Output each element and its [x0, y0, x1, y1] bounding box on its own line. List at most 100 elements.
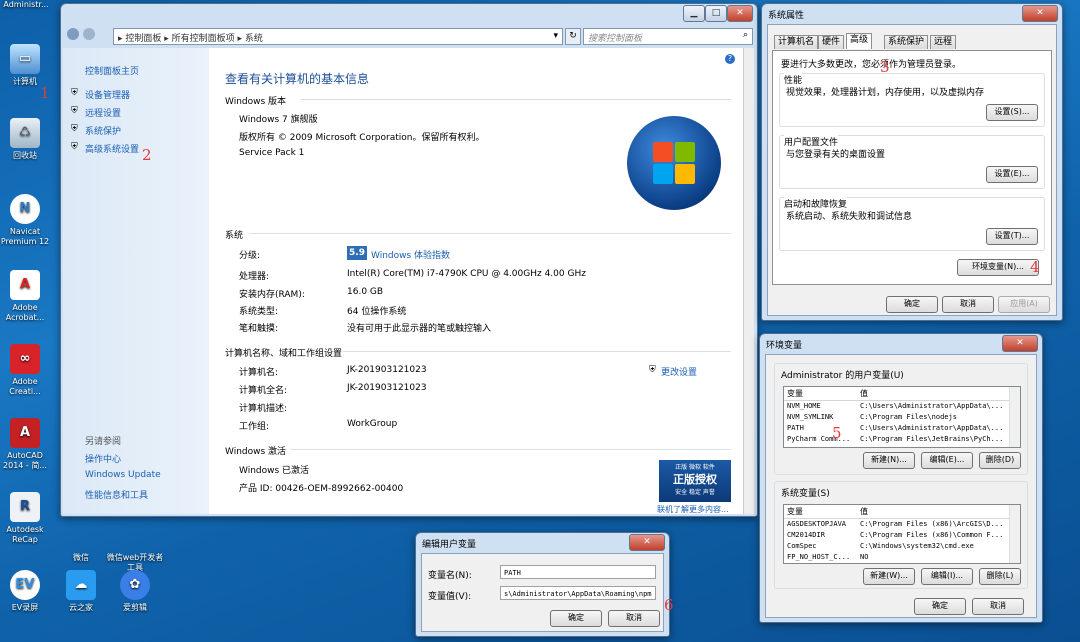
performance-settings-button[interactable]: 设置(S)...	[986, 104, 1038, 121]
variable-name-label: 变量名(N):	[428, 571, 472, 581]
spec-value: 64 位操作系统	[347, 307, 407, 317]
scrollbar[interactable]	[743, 48, 754, 514]
shield-icon: ⛨	[649, 365, 656, 375]
list-item[interactable]: NVM_SYMLINK C:\Program Files\nodejs	[784, 412, 1020, 423]
system-delete-button[interactable]: 删除(L)	[979, 568, 1021, 585]
ok-button[interactable]: 确定	[550, 610, 602, 627]
main-pane: 查看有关计算机的基本信息 ? Windows 版本 Windows 7 旗舰版 …	[209, 48, 743, 514]
environment-variables-button[interactable]: 环境变量(N)...	[957, 259, 1039, 276]
control-panel-window: ▁ □ ✕ ▸ 控制面板 ▸ 所有控制面板项 ▸ 系统 ▾ ↻ 搜索控制面板 ⌕…	[60, 3, 758, 517]
system-edit-button[interactable]: 编辑(I)...	[921, 568, 973, 585]
cancel-button[interactable]: 取消	[972, 598, 1024, 615]
change-settings-link[interactable]: 更改设置	[661, 365, 697, 378]
chevron-down-icon[interactable]: ▾	[553, 31, 558, 41]
desktop-icon-ev-recorder[interactable]: EV EV录屏	[0, 570, 50, 613]
spec-value: 16.0 GB	[347, 287, 384, 297]
system-protection-link[interactable]: 系统保护	[85, 124, 121, 137]
refresh-icon[interactable]: ↻	[565, 28, 581, 45]
experience-index-badge[interactable]: 5.9	[347, 246, 367, 260]
variable-value-field[interactable]: s\Administrator\AppData\Roaming\npm	[500, 586, 656, 600]
computer-label: 计算机全名:	[239, 386, 288, 396]
desktop-icon-wechat-devtools[interactable]: 微信web开发者工具	[106, 520, 164, 573]
breadcrumb-item[interactable]: 控制面板	[125, 34, 161, 44]
desktop-icon-recap[interactable]: R Autodesk ReCap	[0, 492, 50, 545]
close-button[interactable]: ✕	[629, 534, 665, 551]
breadcrumb-item[interactable]: 所有控制面板项	[172, 34, 235, 44]
variable-name-field[interactable]: PATH	[500, 565, 656, 579]
maximize-button[interactable]: □	[705, 5, 727, 22]
startup-recovery-settings-button[interactable]: 设置(T)...	[986, 228, 1038, 245]
user-variables-list[interactable]: 变量 值 NVM_HOME C:\Users\Administrator\AppD…	[783, 386, 1021, 448]
close-button[interactable]: ✕	[727, 5, 753, 22]
system-variables-list[interactable]: 变量 值 AGSDESKTOPJAVA C:\Program Files (x86…	[783, 504, 1021, 564]
user-profiles-settings-button[interactable]: 设置(E)...	[986, 166, 1038, 183]
experience-index-link[interactable]: Windows 体验指数	[371, 248, 450, 261]
control-panel-home-link[interactable]: 控制面板主页	[85, 64, 139, 77]
computer-value: JK-201903121023	[347, 383, 427, 393]
desktop-icon-navicat[interactable]: N Navicat Premium 12	[0, 194, 50, 247]
shield-icon: ⛨	[71, 142, 78, 152]
rating-label: 分级:	[239, 251, 261, 261]
search-icon[interactable]: ⌕	[743, 30, 748, 40]
windows-update-link[interactable]: Windows Update	[85, 470, 161, 480]
cancel-button[interactable]: 取消	[608, 610, 660, 627]
tab-advanced[interactable]: 高级	[846, 33, 873, 49]
forward-icon[interactable]	[83, 28, 95, 40]
back-icon[interactable]	[67, 28, 79, 40]
scrollbar[interactable]	[1009, 505, 1020, 563]
step-annotation: 4	[1030, 258, 1040, 276]
action-center-link[interactable]: 操作中心	[85, 452, 121, 465]
user-new-button[interactable]: 新建(N)...	[863, 452, 915, 469]
list-item[interactable]: NVM_HOME C:\Users\Administrator\AppData\.…	[784, 401, 1020, 412]
advanced-system-settings-link[interactable]: 高级系统设置	[85, 142, 139, 155]
close-button[interactable]: ✕	[1002, 335, 1038, 352]
system-section-title: 系统	[225, 231, 244, 241]
desktop-icon-autocad[interactable]: A AutoCAD 2014 - 简...	[0, 418, 50, 471]
desktop-icon-creative-cloud[interactable]: ∞ Adobe Creati...	[0, 344, 50, 397]
desktop-icon-computer[interactable]: ▭ 计算机	[0, 44, 50, 87]
desktop-icon-administrator[interactable]: Administr...	[0, 0, 52, 10]
list-item[interactable]: AGSDESKTOPJAVA C:\Program Files (x86)\Arc…	[784, 519, 1020, 530]
group-desc: 与您登录有关的桌面设置	[786, 150, 886, 160]
user-edit-button[interactable]: 编辑(E)...	[921, 452, 973, 469]
desktop-icon-wechat[interactable]: 微信	[56, 520, 106, 563]
cancel-button[interactable]: 取消	[942, 296, 994, 313]
desktop-icon-aijianji[interactable]: ✿ 爱剪辑	[110, 570, 160, 613]
list-item[interactable]: PATH C:\Users\Administrator\AppData\...	[784, 423, 1020, 434]
address-bar[interactable]: ▸ 控制面板 ▸ 所有控制面板项 ▸ 系统 ▾	[113, 28, 563, 45]
scrollbar[interactable]	[1009, 387, 1020, 447]
spec-label: 处理器:	[239, 272, 270, 282]
activation-status: Windows 已激活	[239, 466, 310, 476]
search-input[interactable]: 搜索控制面板 ⌕	[583, 28, 753, 45]
creative-cloud-icon: ∞	[10, 344, 40, 374]
tab-system-protection[interactable]: 系统保护	[884, 35, 929, 49]
list-item[interactable]: FP_NO_HOST_C... NO	[784, 552, 1020, 563]
apply-button[interactable]: 应用(A)	[998, 296, 1050, 313]
device-manager-link[interactable]: 设备管理器	[85, 88, 130, 101]
tab-remote[interactable]: 远程	[930, 35, 957, 49]
tab-computer-name[interactable]: 计算机名	[774, 35, 819, 49]
minimize-button[interactable]: ▁	[683, 5, 705, 22]
shield-icon: ⛨	[71, 88, 78, 98]
list-item[interactable]: ComSpec C:\Windows\system32\cmd.exe	[784, 541, 1020, 552]
ok-button[interactable]: 确定	[914, 598, 966, 615]
desktop-icon-acrobat[interactable]: A Adobe Acrobat...	[0, 270, 50, 323]
remote-settings-link[interactable]: 远程设置	[85, 106, 121, 119]
performance-info-link[interactable]: 性能信息和工具	[85, 488, 148, 501]
desktop-icon-yunzhijia[interactable]: ☁ 云之家	[56, 570, 106, 613]
breadcrumb-item[interactable]: 系统	[245, 34, 263, 44]
spec-label: 系统类型:	[239, 307, 279, 317]
close-button[interactable]: ✕	[1022, 5, 1058, 22]
step-annotation: 3	[880, 58, 890, 76]
ok-button[interactable]: 确定	[886, 296, 938, 313]
desktop-icon-recycle-bin[interactable]: ♺ 回收站	[0, 118, 50, 161]
see-also-heading: 另请参阅	[85, 437, 122, 447]
system-new-button[interactable]: 新建(W)...	[863, 568, 915, 585]
tab-hardware[interactable]: 硬件	[818, 35, 845, 49]
learn-more-link[interactable]: 联机了解更多内容...	[657, 504, 729, 515]
list-item[interactable]: CM2014DIR C:\Program Files (x86)\Common F…	[784, 530, 1020, 541]
list-item[interactable]: PyCharm Comm... C:\Program Files\JetBrain…	[784, 434, 1020, 445]
help-icon[interactable]: ?	[725, 54, 735, 64]
user-delete-button[interactable]: 删除(D)	[979, 452, 1021, 469]
group-title: Administrator 的用户变量(U)	[781, 371, 904, 381]
